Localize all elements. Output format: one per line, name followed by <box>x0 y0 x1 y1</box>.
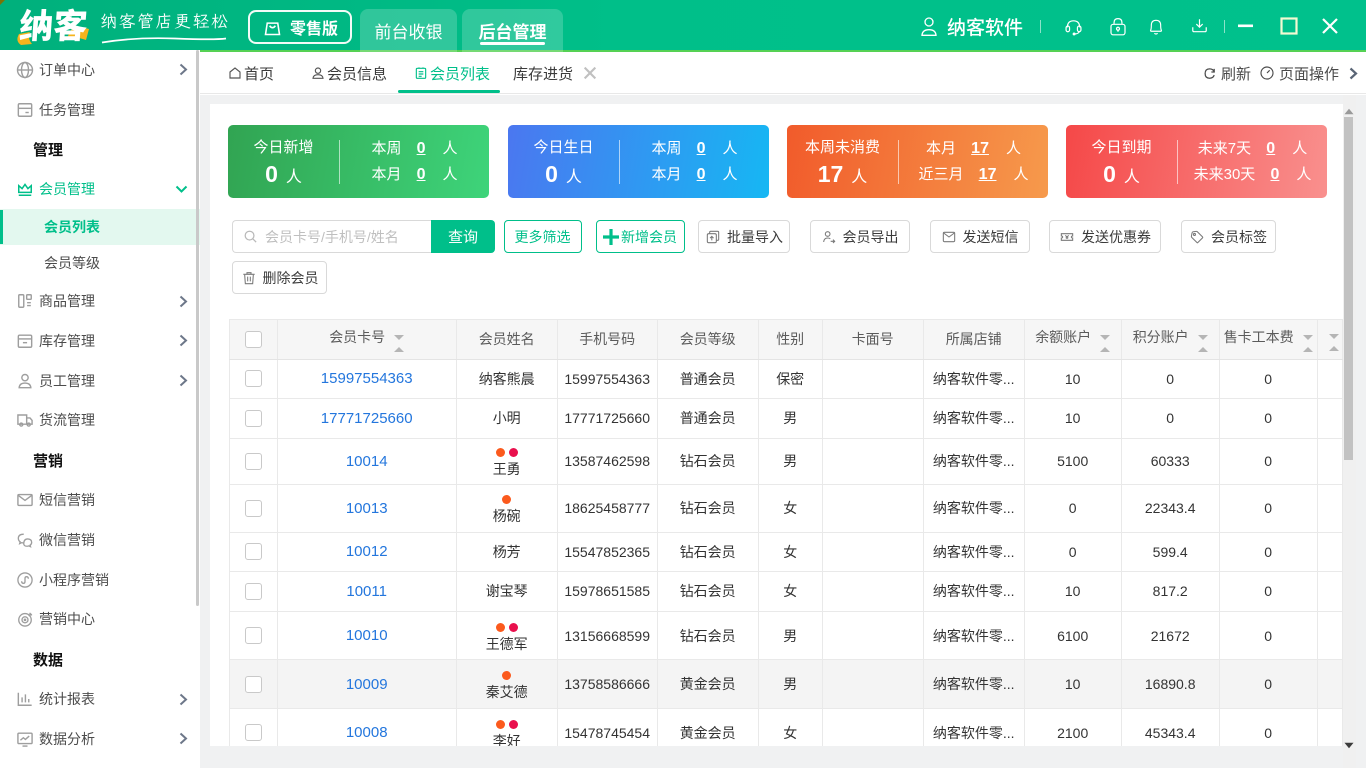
svg-text:纳客: 纳客 <box>18 2 89 48</box>
